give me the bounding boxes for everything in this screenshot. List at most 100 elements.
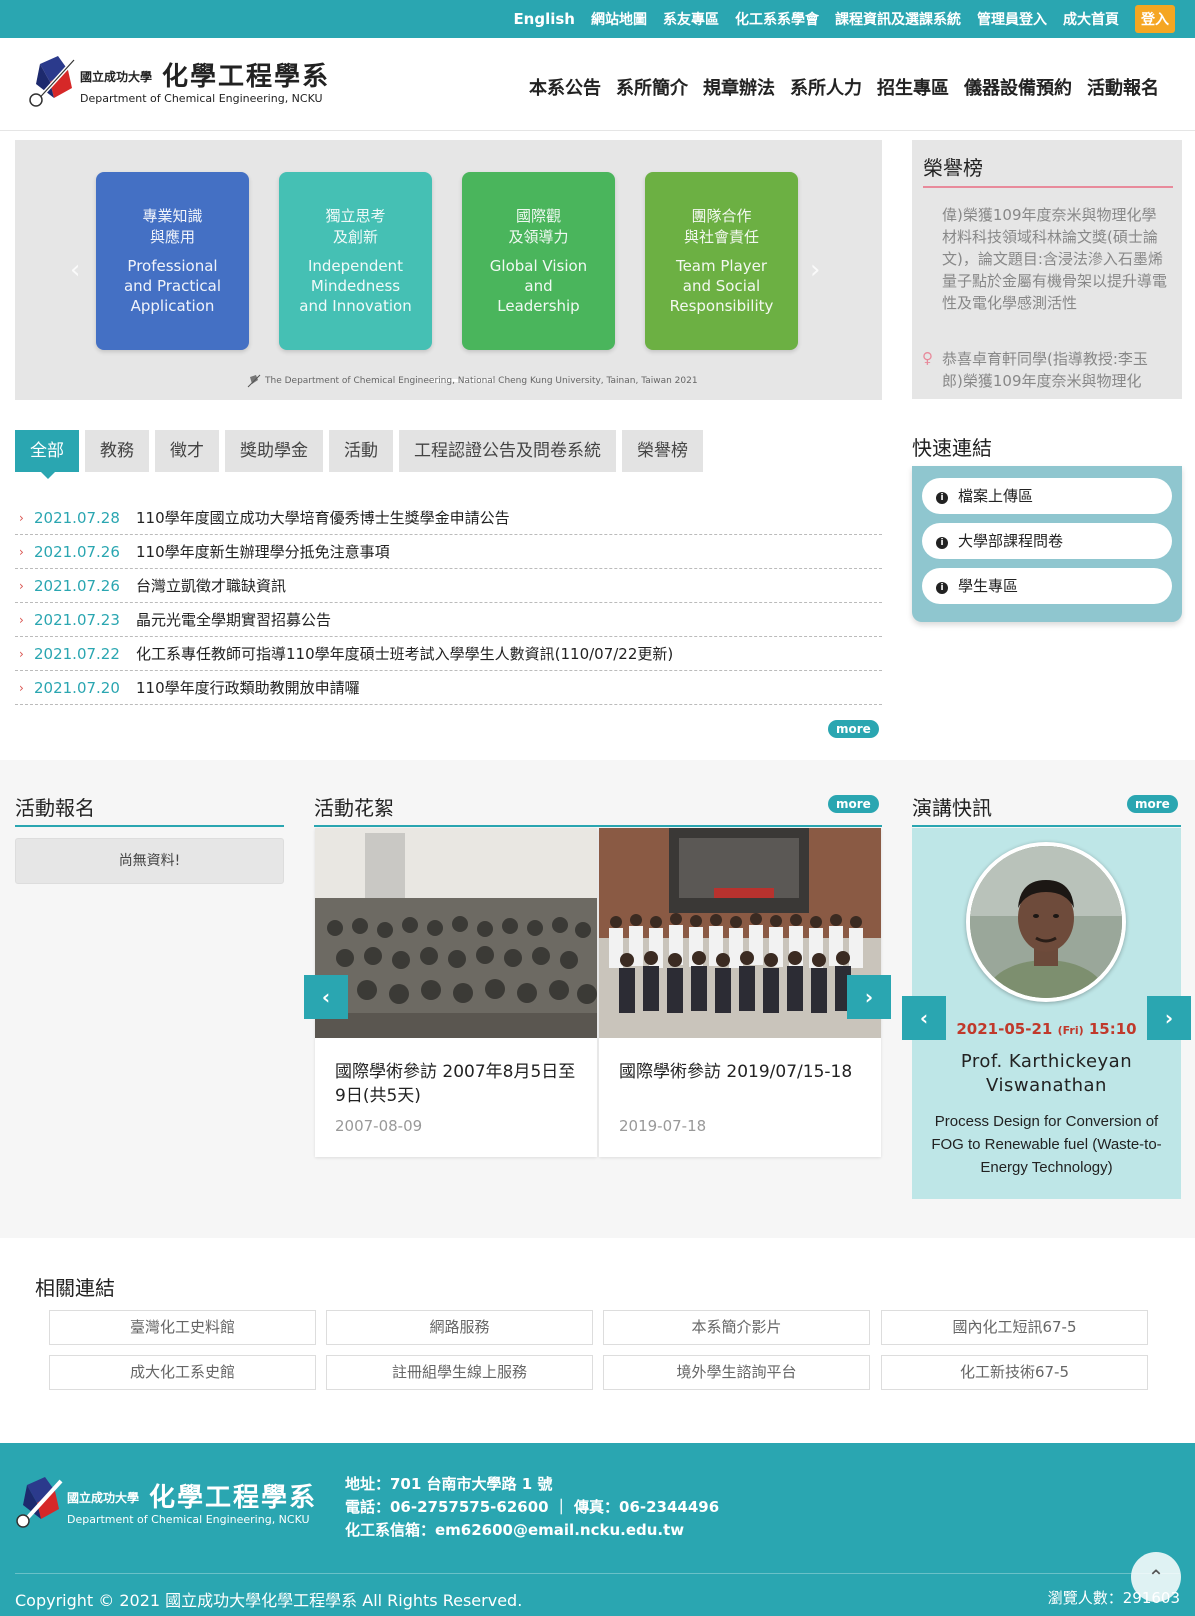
speech-more-button[interactable]: more bbox=[1127, 795, 1178, 813]
related-link[interactable]: 化工新技術67-5 bbox=[881, 1355, 1148, 1390]
carousel-prev-icon[interactable]: ‹ bbox=[70, 255, 80, 285]
news-row[interactable]: › 2021.07.23 晶元光電全學期實習招募公告 bbox=[15, 603, 882, 637]
tab-honors[interactable]: 榮譽榜 bbox=[622, 430, 703, 472]
gallery-more-button[interactable]: more bbox=[828, 795, 879, 813]
nav-regulations[interactable]: 規章辦法 bbox=[703, 74, 775, 100]
speech-prev-button[interactable]: ‹ bbox=[902, 996, 946, 1040]
news-row[interactable]: › 2021.07.26 110學年度新生辦理學分抵免注意事項 bbox=[15, 535, 882, 569]
site-logo[interactable]: 國立成功大學 化學工程學系 Department of Chemical Eng… bbox=[28, 54, 338, 114]
honor-underline bbox=[923, 186, 1173, 188]
gallery-card[interactable]: 國際學術參訪 2007年8月5日至9日(共5天) 2007-08-09 bbox=[315, 828, 597, 1157]
quick-link-course-survey[interactable]: i 大學部課程問卷 bbox=[922, 523, 1172, 559]
speech-topic[interactable]: Process Design for Conversion of FOG to … bbox=[924, 1110, 1169, 1179]
speech-next-button[interactable]: › bbox=[1147, 996, 1191, 1040]
speaker-avatar bbox=[966, 842, 1126, 1002]
speech-card[interactable]: 2021-05-21 (Fri) 15:10 Prof. Karthickeya… bbox=[912, 828, 1181, 1199]
speech-underline bbox=[912, 825, 1181, 827]
nav-people[interactable]: 系所人力 bbox=[790, 74, 862, 100]
nav-admissions[interactable]: 招生專區 bbox=[877, 74, 949, 100]
related-link[interactable]: 臺灣化工史料館 bbox=[49, 1310, 316, 1345]
banner-card-en: Independent Mindedness and Innovation bbox=[299, 257, 412, 315]
quick-link-upload[interactable]: i 檔案上傳區 bbox=[922, 478, 1172, 514]
news-more-button[interactable]: more bbox=[828, 720, 879, 738]
footer-logo-dept-en: Department of Chemical Engineering, NCKU bbox=[67, 1513, 310, 1526]
chevron-right-icon: › bbox=[19, 612, 24, 627]
related-link[interactable]: 註冊組學生線上服務 bbox=[326, 1355, 593, 1390]
news-date: 2021.07.26 bbox=[34, 542, 120, 561]
speaker-name[interactable]: Prof. Karthickeyan Viswanathan bbox=[932, 1050, 1161, 1098]
events-title: 活動報名 bbox=[15, 796, 95, 820]
banner-card-zh: 團隊合作 與社會責任 bbox=[683, 207, 759, 246]
honor-item[interactable]: 恭喜卓育軒同學(指導教授:李玉郎)榮獲109年度奈米與物理化 bbox=[942, 348, 1167, 392]
news-row[interactable]: › 2021.07.22 化工系專任教師可指導110學年度碩士班考試入學學生人數資訊… bbox=[15, 637, 882, 671]
gallery-photo[interactable] bbox=[315, 828, 597, 1038]
gallery-photo[interactable] bbox=[599, 828, 881, 1038]
top-link-course-system[interactable]: 課程資訊及選課系統 bbox=[835, 9, 961, 29]
tab-academic[interactable]: 教務 bbox=[85, 430, 149, 472]
footer-logo[interactable]: 國立成功大學 化學工程學系 Department of Chemical Eng… bbox=[15, 1475, 325, 1535]
related-link[interactable]: 成大化工系史館 bbox=[49, 1355, 316, 1390]
top-link-student-association[interactable]: 化工系系學會 bbox=[735, 9, 819, 29]
gallery-prev-button[interactable]: ‹ bbox=[304, 975, 348, 1019]
related-link[interactable]: 境外學生諮詢平台 bbox=[603, 1355, 870, 1390]
tab-jobs[interactable]: 徵才 bbox=[155, 430, 219, 472]
honor-title: 榮譽榜 bbox=[923, 156, 983, 180]
news-title[interactable]: 化工系專任教師可指導110學年度碩士班考試入學學生人數資訊(110/07/22更… bbox=[136, 643, 673, 664]
carousel-next-icon[interactable]: › bbox=[810, 255, 820, 285]
tab-all[interactable]: 全部 bbox=[15, 430, 79, 479]
speech-date: 2021-05-21 bbox=[956, 1020, 1053, 1038]
speech-news-title: 演講快訊 bbox=[912, 796, 992, 820]
banner-card-zh: 專業知識 與應用 bbox=[142, 207, 203, 246]
gallery-card-title[interactable]: 國際學術參訪 2019/07/15-18 bbox=[619, 1060, 864, 1084]
top-link-sitemap[interactable]: 網站地圖 bbox=[591, 9, 647, 29]
related-link[interactable]: 國內化工短訊67-5 bbox=[881, 1310, 1148, 1345]
hero-carousel[interactable]: 專業知識 與應用 Professional and Practical Appl… bbox=[15, 140, 882, 400]
news-title[interactable]: 台灣立凱徵才職缺資訊 bbox=[136, 575, 286, 596]
nav-announcements[interactable]: 本系公告 bbox=[529, 74, 601, 100]
logo-dept-en: Department of Chemical Engineering, NCKU bbox=[80, 92, 323, 105]
top-link-english[interactable]: English bbox=[513, 10, 575, 28]
logo-dept-zh: 化學工程學系 bbox=[162, 62, 331, 92]
department-emblem-icon bbox=[29, 56, 76, 107]
news-row[interactable]: › 2021.07.20 110學年度行政類助教開放申請囉 bbox=[15, 671, 882, 705]
login-button[interactable]: 登入 bbox=[1135, 5, 1175, 33]
chevron-right-icon: › bbox=[19, 646, 24, 661]
quick-links-panel: i 檔案上傳區 i 大學部課程問卷 i 學生專區 bbox=[912, 466, 1182, 622]
quick-link-label: 檔案上傳區 bbox=[958, 487, 1034, 505]
back-to-top-button[interactable]: ⌃ bbox=[1131, 1552, 1181, 1602]
top-link-admin-login[interactable]: 管理員登入 bbox=[977, 9, 1047, 29]
banner-card-en: Professional and Practical Application bbox=[123, 257, 222, 315]
banner-card-en: Global Vision and Leadership bbox=[489, 257, 588, 315]
tab-activities[interactable]: 活動 bbox=[329, 430, 393, 472]
footer-email[interactable]: 化工系信箱：em62600@email.ncku.edu.tw bbox=[345, 1519, 719, 1542]
related-link[interactable]: 網路服務 bbox=[326, 1310, 593, 1345]
gallery-card[interactable]: 國際學術參訪 2019/07/15-18 2019-07-18 bbox=[599, 828, 881, 1157]
quick-link-student-zone[interactable]: i 學生專區 bbox=[922, 568, 1172, 604]
banner-card: 國際觀 及領導力 Global Vision and Leadership bbox=[462, 172, 615, 350]
footer-contact: 地址：701 台南市大學路 1 號 電話：06-2757575-62600 ｜ … bbox=[345, 1473, 719, 1542]
related-link[interactable]: 本系簡介影片 bbox=[603, 1310, 870, 1345]
site-header: 國立成功大學 化學工程學系 Department of Chemical Eng… bbox=[0, 38, 1195, 131]
news-row[interactable]: › 2021.07.26 台灣立凱徵才職缺資訊 bbox=[15, 569, 882, 603]
tab-accreditation[interactable]: 工程認證公告及問卷系統 bbox=[399, 430, 616, 472]
news-title[interactable]: 110學年度國立成功大學培育優秀博士生獎學金申請公告 bbox=[136, 507, 510, 528]
quick-link-label: 學生專區 bbox=[958, 577, 1019, 595]
news-title[interactable]: 晶元光電全學期實習招募公告 bbox=[136, 609, 331, 630]
nav-event-registration[interactable]: 活動報名 bbox=[1087, 74, 1159, 100]
news-title[interactable]: 110學年度行政類助教開放申請囉 bbox=[136, 677, 360, 698]
footer-divider bbox=[15, 1573, 1180, 1574]
tab-scholarships[interactable]: 獎助學金 bbox=[225, 430, 323, 472]
news-title[interactable]: 110學年度新生辦理學分抵免注意事項 bbox=[136, 541, 390, 562]
honor-item[interactable]: 偉)榮獲109年度奈米與物理化學材料科技領域科林論文獎(碩士論文)，論文題目:含… bbox=[942, 204, 1167, 314]
gallery-card-title[interactable]: 國際學術參訪 2007年8月5日至9日(共5天) bbox=[335, 1060, 580, 1108]
chevron-up-icon: ⌃ bbox=[1147, 1565, 1165, 1589]
top-link-alumni[interactable]: 系友專區 bbox=[663, 9, 719, 29]
top-link-ncku-home[interactable]: 成大首頁 bbox=[1063, 9, 1119, 29]
banner-card: 團隊合作 與社會責任 Team Player and Social Respon… bbox=[645, 172, 798, 350]
nav-about[interactable]: 系所簡介 bbox=[616, 74, 688, 100]
gallery-next-button[interactable]: › bbox=[847, 975, 891, 1019]
gallery-card-date: 2007-08-09 bbox=[335, 1117, 423, 1135]
banner-caption: The Department of Chemical Engineering, … bbox=[247, 374, 698, 388]
nav-equipment-booking[interactable]: 儀器設備預約 bbox=[964, 74, 1072, 100]
news-row[interactable]: › 2021.07.28 110學年度國立成功大學培育優秀博士生獎學金申請公告 bbox=[15, 501, 882, 535]
